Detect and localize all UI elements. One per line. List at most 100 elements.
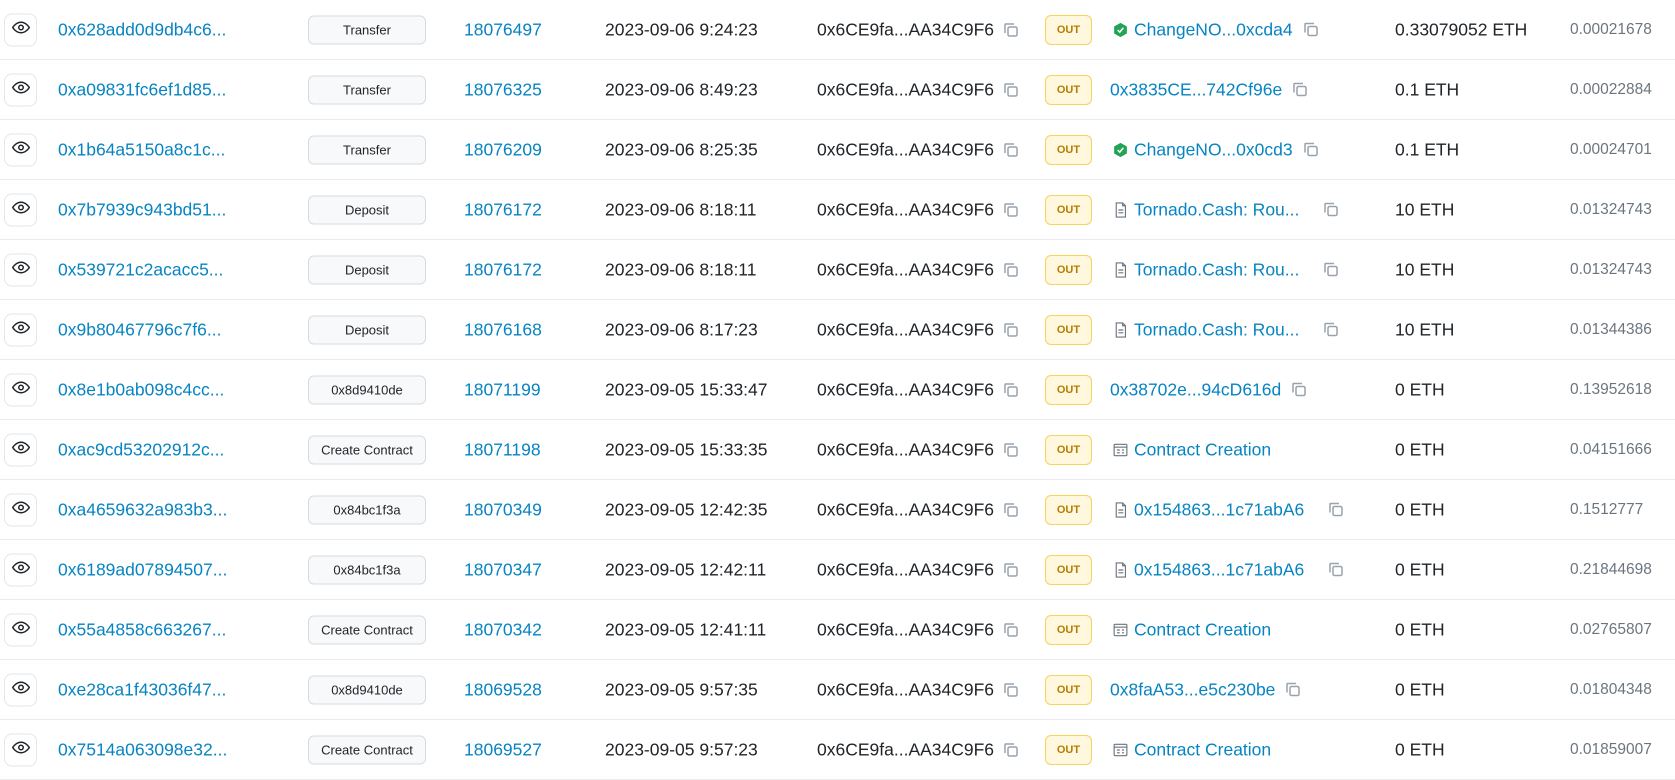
view-details-button[interactable] (4, 613, 37, 646)
copy-icon[interactable] (1001, 380, 1021, 400)
copy-icon[interactable] (1001, 500, 1021, 520)
view-details-button[interactable] (4, 553, 37, 586)
copy-icon[interactable] (1001, 680, 1021, 700)
copy-icon[interactable] (1301, 20, 1321, 40)
tx-hash-link[interactable]: 0x1b64a5150a8c1c... (58, 139, 225, 160)
block-link[interactable]: 18076172 (464, 199, 542, 220)
to-address-link[interactable]: 0x8faA53...e5c230be (1110, 679, 1275, 700)
copy-icon[interactable] (1290, 80, 1310, 100)
copy-icon[interactable] (1301, 140, 1321, 160)
block-link[interactable]: 18070342 (464, 619, 542, 640)
block-link[interactable]: 18069528 (464, 679, 542, 700)
tx-fee: 0.01344386 (1570, 320, 1652, 338)
copy-icon[interactable] (1283, 680, 1303, 700)
to-address-link[interactable]: 0x3835CE...742Cf96e (1110, 79, 1282, 100)
tx-hash-link[interactable]: 0x55a4858c663267... (58, 619, 226, 640)
view-details-button[interactable] (4, 733, 37, 766)
block-link[interactable]: 18070349 (464, 499, 542, 520)
to-address-link[interactable]: Tornado.Cash: Rou... (1134, 319, 1299, 340)
copy-icon[interactable] (1001, 140, 1021, 160)
copy-icon[interactable] (1321, 200, 1341, 220)
block-link[interactable]: 18076497 (464, 19, 542, 40)
to-address-link[interactable]: 0x38702e...94cD616d (1110, 379, 1281, 400)
tx-hash-link[interactable]: 0x8e1b0ab098c4cc... (58, 379, 224, 400)
direction-badge: OUT (1045, 374, 1092, 405)
tx-age: 2023-09-06 8:18:11 (605, 199, 757, 219)
to-address-link[interactable]: Contract Creation (1134, 619, 1271, 640)
block-link[interactable]: 18071198 (464, 439, 541, 460)
to-address-link[interactable]: ChangeNO...0xcda4 (1134, 19, 1293, 40)
tx-hash-link[interactable]: 0xe28ca1f43036f47... (58, 679, 226, 700)
copy-icon[interactable] (1001, 560, 1021, 580)
tx-amount: 0.1 ETH (1395, 139, 1460, 159)
copy-icon[interactable] (1001, 200, 1021, 220)
copy-icon[interactable] (1001, 320, 1021, 340)
copy-icon[interactable] (1001, 740, 1021, 760)
copy-icon[interactable] (1001, 440, 1021, 460)
tx-hash-link[interactable]: 0x6189ad07894507... (58, 559, 227, 580)
table-row: 0x9b80467796c7f6... Deposit 18076168 2023-0… (0, 300, 1675, 360)
view-details-button[interactable] (4, 73, 37, 106)
view-details-button[interactable] (4, 433, 37, 466)
to-address-link[interactable]: Tornado.Cash: Rou... (1134, 199, 1299, 220)
view-details-button[interactable] (4, 373, 37, 406)
tx-amount: 0.1 ETH (1395, 79, 1460, 99)
block-link[interactable]: 18076168 (464, 319, 542, 340)
block-link[interactable]: 18070347 (464, 559, 542, 580)
eye-icon (11, 198, 30, 221)
tx-hash-link[interactable]: 0x539721c2acacc5... (58, 259, 223, 280)
tx-hash-link[interactable]: 0x7514a063098e32... (58, 739, 227, 760)
view-details-button[interactable] (4, 673, 37, 706)
copy-icon[interactable] (1326, 560, 1346, 580)
to-address-link[interactable]: 0x154863...1c71abA6 (1134, 499, 1304, 520)
copy-icon[interactable] (1001, 80, 1021, 100)
block-link[interactable]: 18069527 (464, 739, 542, 760)
transactions-table: 0x628add0d9db4c6... Transfer 18076497 2023-… (0, 0, 1675, 780)
tx-hash-link[interactable]: 0xa4659632a983b3... (58, 499, 227, 520)
to-address-link[interactable]: Tornado.Cash: Rou... (1134, 259, 1299, 280)
to-address-link[interactable]: Contract Creation (1134, 439, 1271, 460)
direction-badge: OUT (1045, 614, 1092, 645)
copy-icon[interactable] (1001, 20, 1021, 40)
tx-hash-link[interactable]: 0x628add0d9db4c6... (58, 19, 226, 40)
copy-icon[interactable] (1321, 320, 1341, 340)
view-details-button[interactable] (4, 493, 37, 526)
copy-icon[interactable] (1001, 620, 1021, 640)
to-address: 0x38702e...94cD616d (1110, 379, 1309, 400)
to-address-link[interactable]: Contract Creation (1134, 739, 1271, 760)
tx-hash-link[interactable]: 0x9b80467796c7f6... (58, 319, 221, 340)
view-details-button[interactable] (4, 133, 37, 166)
view-details-button[interactable] (4, 13, 37, 46)
eye-icon (11, 138, 30, 161)
table-row: 0xa4659632a983b3... 0x84bc1f3a 18070349 202… (0, 480, 1675, 540)
view-details-button[interactable] (4, 313, 37, 346)
block-link[interactable]: 18076325 (464, 79, 542, 100)
to-address-link[interactable]: 0x154863...1c71abA6 (1134, 559, 1304, 580)
tx-amount: 0 ETH (1395, 439, 1445, 459)
tx-amount: 0 ETH (1395, 739, 1445, 759)
copy-icon[interactable] (1326, 500, 1346, 520)
eye-icon (11, 678, 30, 701)
direction-badge: OUT (1045, 734, 1092, 765)
tx-hash-link[interactable]: 0xac9cd53202912c... (58, 439, 224, 460)
copy-icon[interactable] (1001, 260, 1021, 280)
method-badge: Create Contract (308, 735, 426, 764)
view-details-button[interactable] (4, 253, 37, 286)
copy-icon[interactable] (1289, 380, 1309, 400)
method-badge: 0x84bc1f3a (308, 555, 426, 584)
direction-badge: OUT (1045, 74, 1092, 105)
direction-badge: OUT (1045, 194, 1092, 225)
copy-icon[interactable] (1321, 260, 1341, 280)
tx-hash-link[interactable]: 0x7b7939c943bd51... (58, 199, 226, 220)
tx-amount: 0 ETH (1395, 499, 1445, 519)
view-details-button[interactable] (4, 193, 37, 226)
to-address: 0x154863...1c71abA6 (1110, 499, 1346, 520)
tx-age: 2023-09-05 9:57:23 (605, 739, 758, 759)
tx-hash-link[interactable]: 0xa09831fc6ef1d85... (58, 79, 226, 100)
block-link[interactable]: 18071199 (464, 379, 541, 400)
to-address-link[interactable]: ChangeNO...0x0cd3 (1134, 139, 1293, 160)
block-link[interactable]: 18076172 (464, 259, 542, 280)
block-link[interactable]: 18076209 (464, 139, 542, 160)
to-address: 0x3835CE...742Cf96e (1110, 79, 1310, 100)
eye-icon (11, 558, 30, 581)
